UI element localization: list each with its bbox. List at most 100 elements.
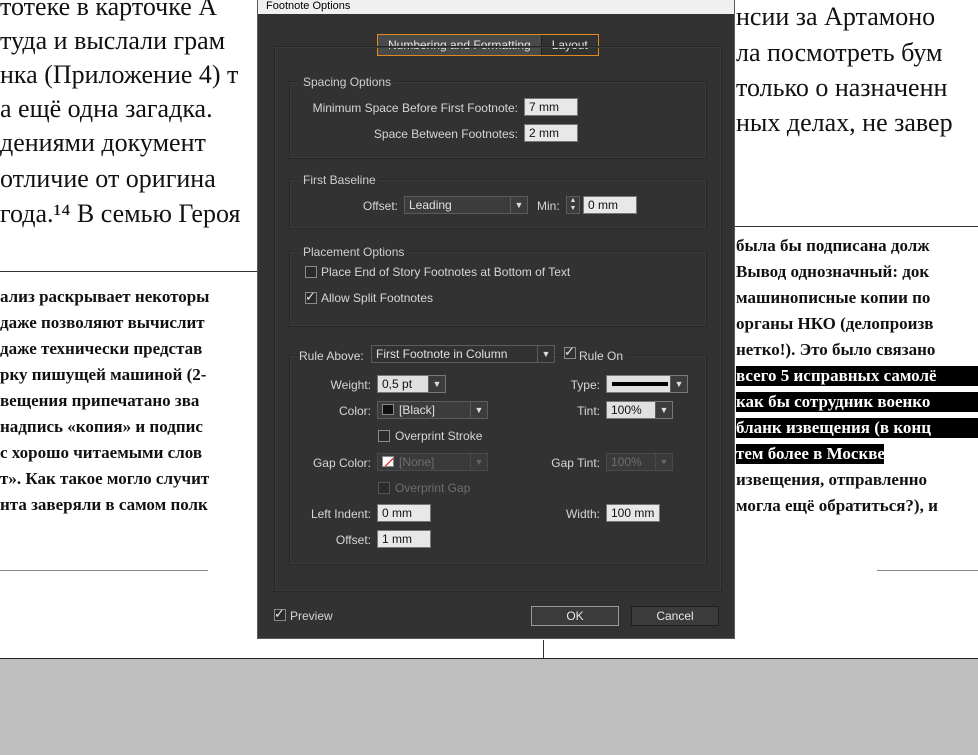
chevron-down-icon: ▼ — [670, 376, 687, 392]
footnote-line: извещения, отправленно — [736, 470, 928, 489]
gap-tint-value: 100% — [611, 455, 642, 469]
rule-on-label: Rule On — [579, 349, 630, 363]
doc-text-line: ла посмотреть бум — [736, 38, 943, 67]
footnote-line: нта заверяли в самом полк — [0, 495, 208, 514]
baseline-min-label: Min: — [537, 199, 560, 213]
placement-options-group — [289, 251, 707, 327]
left-indent-label: Left Indent: — [310, 507, 371, 521]
gap-tint-dropdown[interactable]: 100% ▼ — [606, 453, 673, 471]
first-baseline-title: First Baseline — [299, 173, 380, 187]
dialog-title: Footnote Options — [266, 0, 351, 12]
footnote-line: вещения припечатано зва — [0, 391, 200, 410]
doc-text-line: дениями документ — [0, 128, 206, 157]
weight-label: Weight: — [330, 378, 371, 392]
checkmark-icon: ✓ — [564, 344, 575, 359]
black-swatch-icon — [382, 404, 394, 415]
baseline-offset-value: Leading — [409, 198, 452, 212]
footnote-line: с хорошо читаемыми слов — [0, 443, 203, 462]
color-label: Color: — [338, 404, 371, 418]
footnote-rule-right — [735, 226, 978, 227]
preview-label: Preview — [290, 609, 333, 623]
chevron-down-icon: ▼ — [470, 454, 487, 470]
overprint-stroke-checkbox[interactable] — [378, 430, 390, 442]
baseline-offset-label: Offset: — [362, 199, 398, 213]
line-type-dropdown[interactable]: ▼ — [606, 375, 688, 393]
spacing-options-title: Spacing Options — [299, 75, 396, 89]
space-between-label: Space Between Footnotes: — [373, 127, 518, 141]
gap-color-value: [None] — [399, 455, 435, 469]
overprint-gap-label: Overprint Gap — [395, 481, 471, 495]
width-field[interactable]: 100 mm — [606, 504, 660, 522]
end-of-story-checkbox[interactable] — [305, 266, 317, 278]
chevron-down-icon: ▼ — [655, 402, 672, 418]
gap-tint-label: Gap Tint: — [551, 456, 600, 470]
overprint-stroke-label: Overprint Stroke — [395, 429, 483, 443]
split-footnotes-label: Allow Split Footnotes — [321, 291, 434, 305]
doc-text-line: только о назначенн — [736, 73, 948, 102]
chevron-down-icon: ▼ — [470, 402, 487, 418]
footnote-line: была бы подписана долж — [736, 236, 930, 255]
rule-above-label: Rule Above: — [299, 349, 368, 363]
baseline-min-field[interactable]: 0 mm — [583, 196, 637, 214]
ok-button[interactable]: OK — [531, 606, 619, 626]
selected-footnote-line: всего 5 исправных самолё — [736, 366, 978, 386]
type-label: Type: — [570, 378, 600, 392]
rule-offset-label: Offset: — [335, 533, 371, 547]
end-of-story-label: Place End of Story Footnotes at Bottom o… — [321, 265, 571, 279]
tint-dropdown[interactable]: 100% ▼ — [606, 401, 673, 419]
doc-text-line: тотеке в карточке А — [0, 0, 218, 21]
none-swatch-icon — [382, 456, 394, 467]
doc-text-line: а ещё одна загадка. — [0, 94, 213, 123]
checkmark-icon: ✓ — [274, 606, 285, 621]
footnote-line: надпись «копия» и подпис — [0, 417, 203, 436]
baseline-offset-dropdown[interactable]: Leading ▼ — [404, 196, 528, 214]
placement-options-title: Placement Options — [299, 245, 409, 259]
footnote-line: рку пишущей машиной (2- — [0, 365, 207, 384]
cancel-button[interactable]: Cancel — [631, 606, 719, 626]
color-value: [Black] — [399, 403, 436, 417]
rule-above-dropdown[interactable]: First Footnote in Column ▼ — [371, 345, 555, 363]
footnote-line: Вывод однозначный: док — [736, 262, 930, 281]
pasteboard — [0, 658, 978, 755]
spacing-options-group — [289, 81, 707, 159]
footnote-rule-left — [0, 271, 257, 272]
chevron-down-icon: ▼ — [428, 376, 445, 392]
footnote-line: даже технически представ — [0, 339, 203, 358]
dialog-titlebar[interactable]: Footnote Options — [258, 0, 734, 14]
footnote-line: т». Как такое могло случит — [0, 469, 210, 488]
chevron-down-icon: ▼ — [510, 197, 527, 213]
doc-text-line: отличие от оригина — [0, 164, 216, 193]
rule-above-value: First Footnote in Column — [376, 347, 508, 361]
overprint-gap-checkbox[interactable] — [378, 482, 390, 494]
min-stepper-icon[interactable]: ▲ ▼ — [566, 196, 580, 214]
gap-color-label: Gap Color: — [312, 456, 371, 470]
width-label: Width: — [565, 507, 600, 521]
tint-value: 100% — [611, 403, 642, 417]
solid-line-swatch-icon — [612, 382, 668, 386]
footnote-line: машинописные копии по — [736, 288, 931, 307]
space-between-field[interactable]: 2 mm — [524, 124, 578, 142]
chevron-down-icon: ▼ — [655, 454, 672, 470]
page-margin-guide — [877, 570, 978, 571]
checkmark-icon: ✓ — [305, 289, 316, 304]
selected-footnote-line: тем более в Москве). Жен — [736, 444, 884, 464]
weight-value: 0,5 pt — [382, 377, 413, 391]
doc-text-line: туда и выслали грам — [0, 26, 226, 55]
doc-text-line: нка (Приложение 4) т — [0, 60, 239, 89]
color-dropdown[interactable]: [Black] ▼ — [377, 401, 488, 419]
weight-dropdown[interactable]: 0,5 pt ▼ — [377, 375, 446, 393]
tint-label: Tint: — [577, 404, 600, 418]
min-space-label: Minimum Space Before First Footnote: — [312, 101, 518, 115]
footnote-options-dialog: Footnote Options Numbering and Formattin… — [257, 0, 735, 639]
footnote-line: могла ещё обратиться?), и — [736, 496, 938, 515]
doc-text-line: нсии за Артамоно — [736, 2, 936, 31]
spread-spine — [543, 640, 544, 658]
min-space-field[interactable]: 7 mm — [524, 98, 578, 116]
gap-color-dropdown[interactable]: [None] ▼ — [377, 453, 488, 471]
chevron-down-icon: ▼ — [537, 346, 554, 362]
doc-text-line: года.¹⁴ В семью Героя — [0, 199, 241, 228]
rule-offset-field[interactable]: 1 mm — [377, 530, 431, 548]
left-indent-field[interactable]: 0 mm — [377, 504, 431, 522]
selected-footnote-line: как бы сотрудник военко — [736, 392, 978, 412]
doc-text-line: ных делах, не завер — [736, 108, 953, 137]
